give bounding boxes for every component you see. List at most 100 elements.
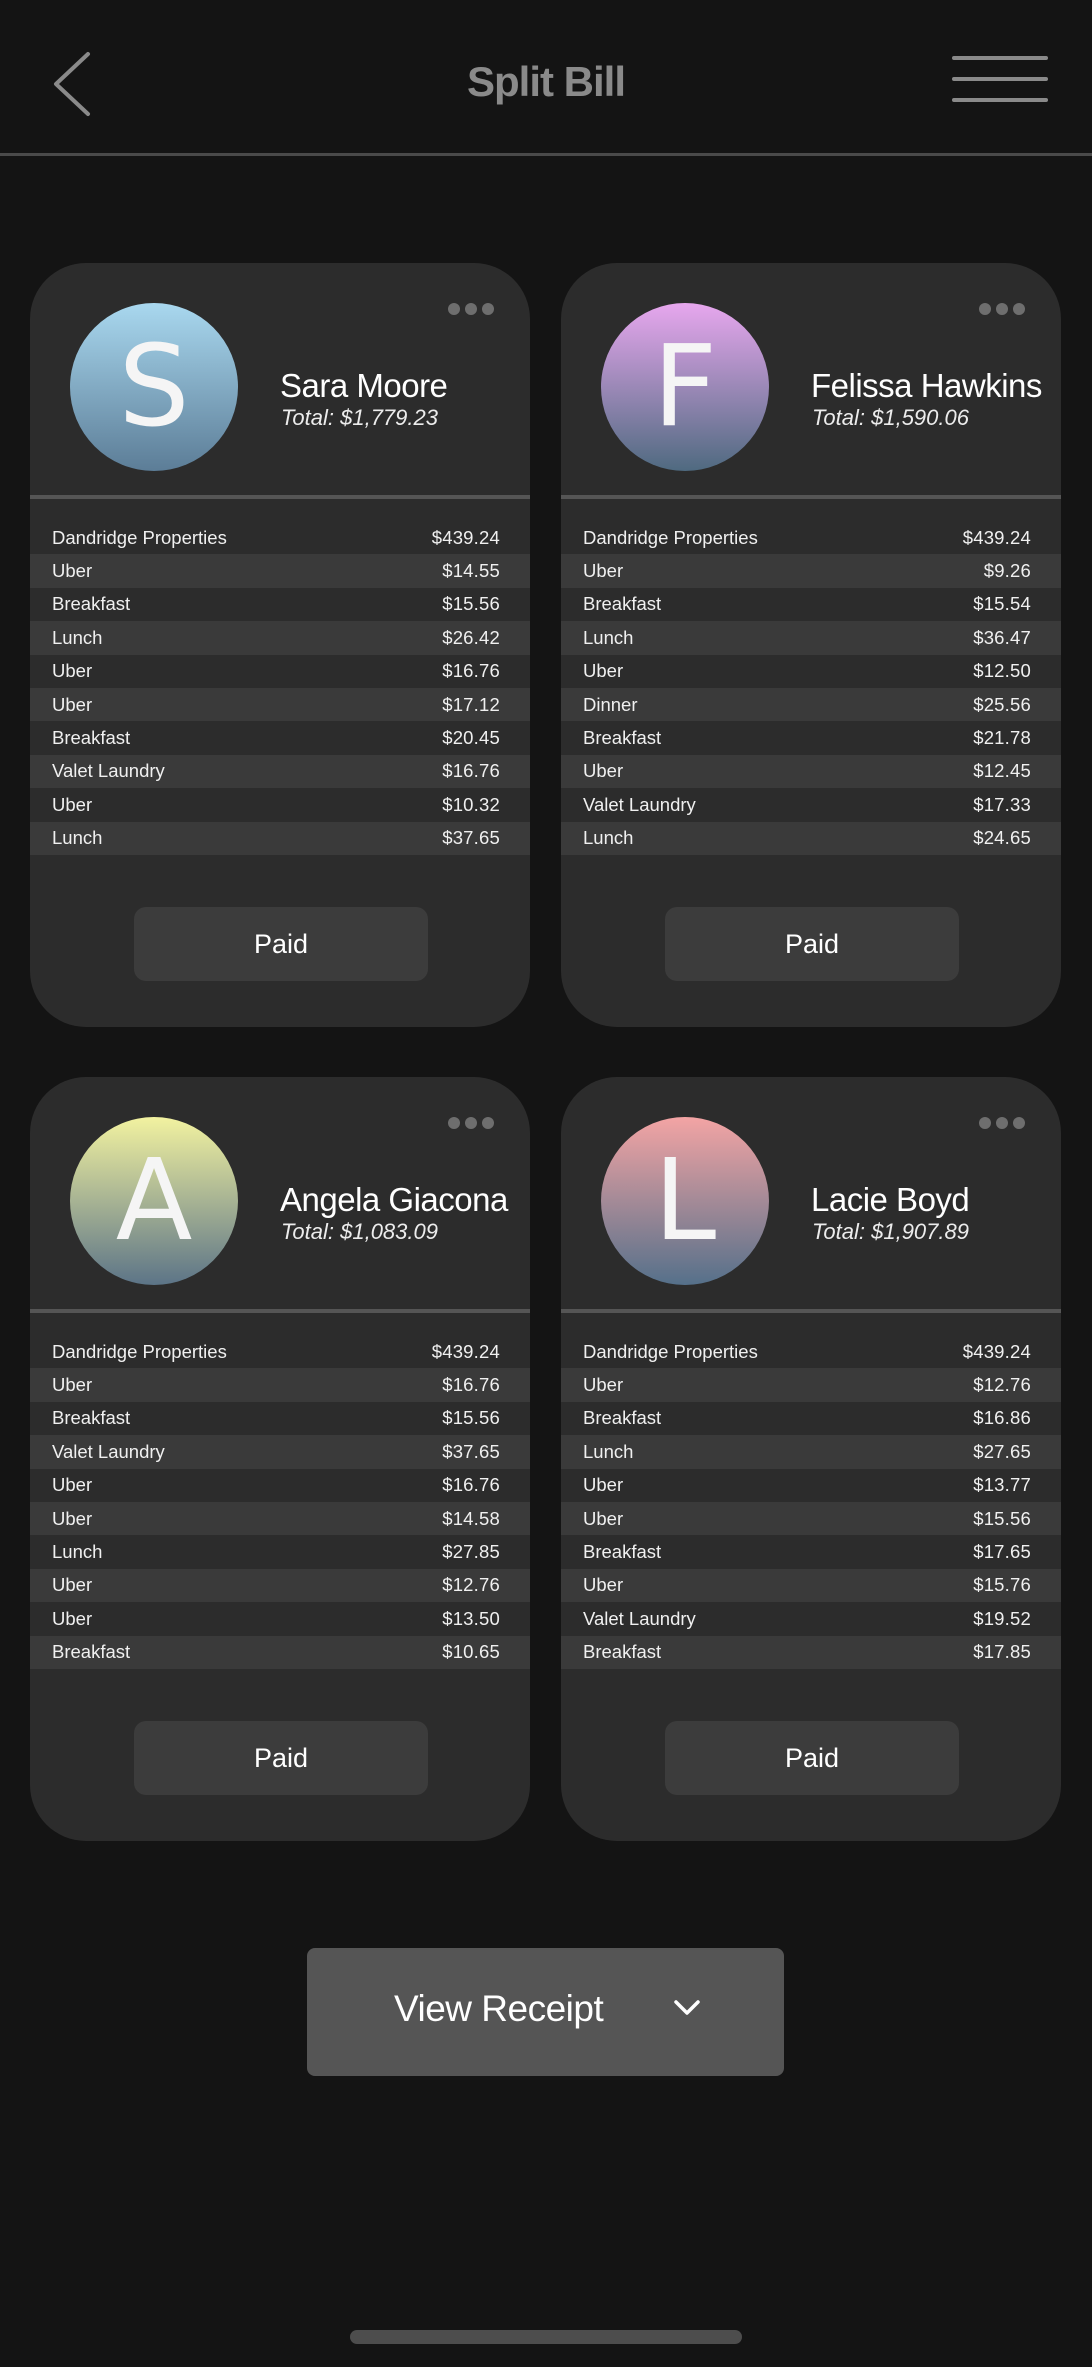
- expense-amount: $16.86: [973, 1407, 1031, 1429]
- expense-label: Dandridge Properties: [52, 1340, 227, 1362]
- expense-amount: $15.56: [973, 1507, 1031, 1529]
- expense-label: Uber: [583, 1574, 624, 1596]
- expense-label: Uber: [583, 1474, 624, 1496]
- expense-row: Breakfast $15.56: [30, 1402, 530, 1435]
- expense-row: Valet Laundry $16.76: [30, 754, 530, 789]
- expense-amount: $27.85: [442, 1541, 500, 1563]
- expense-amount: $10.65: [442, 1641, 500, 1663]
- chevron-down-icon: [674, 2000, 700, 2015]
- more-options-icon[interactable]: [448, 1117, 494, 1129]
- expense-amount: $12.45: [973, 760, 1031, 782]
- expense-row: Breakfast $15.56: [30, 588, 530, 621]
- expense-amount: $24.65: [973, 827, 1031, 849]
- expense-label: Uber: [583, 560, 624, 582]
- expense-row: Uber $13.50: [30, 1602, 530, 1635]
- expense-label: Uber: [52, 1474, 93, 1496]
- expense-amount: $10.32: [442, 793, 500, 815]
- expense-amount: $37.65: [442, 1440, 500, 1462]
- expense-amount: $439.24: [962, 1340, 1031, 1362]
- expense-label: Uber: [583, 660, 624, 682]
- expense-label: Valet Laundry: [583, 793, 696, 815]
- person-card: A Angela Giacona Total: $1,083.09 Dandridge…: [30, 1077, 530, 1841]
- expense-amount: $439.24: [962, 526, 1031, 548]
- expense-amount: $16.76: [442, 1374, 500, 1396]
- expense-label: Breakfast: [583, 727, 662, 749]
- expense-label: Lunch: [52, 1541, 103, 1563]
- expense-row: Valet Laundry $37.65: [30, 1435, 530, 1469]
- expense-list: Dandridge Properties $439.24 Uber $12.76 Bre…: [561, 1335, 1061, 1669]
- expense-amount: $13.50: [442, 1607, 500, 1629]
- paid-button[interactable]: Paid: [134, 907, 428, 981]
- expense-label: Uber: [52, 1574, 93, 1596]
- expense-amount: $15.56: [442, 593, 500, 615]
- expense-amount: $20.45: [442, 727, 500, 749]
- expense-row: Breakfast $16.86: [561, 1402, 1061, 1435]
- expense-label: Dandridge Properties: [583, 526, 758, 548]
- person-total: Total: $1,779.23: [281, 405, 438, 430]
- expense-row: Uber $12.76: [30, 1568, 530, 1603]
- expense-label: Uber: [52, 793, 93, 815]
- expense-amount: $439.24: [431, 526, 500, 548]
- expense-amount: $439.24: [431, 1340, 500, 1362]
- menu-button[interactable]: [952, 56, 1048, 102]
- paid-button[interactable]: Paid: [665, 907, 959, 981]
- expense-row: Breakfast $17.65: [561, 1535, 1061, 1568]
- expense-amount: $15.54: [973, 593, 1031, 615]
- expense-row: Uber $13.77: [561, 1469, 1061, 1502]
- more-options-icon[interactable]: [979, 1117, 1025, 1129]
- expense-row: Uber $16.76: [30, 655, 530, 688]
- expense-amount: $17.65: [973, 1541, 1031, 1563]
- expense-row: Dandridge Properties $439.24: [561, 1335, 1061, 1368]
- expense-row: Valet Laundry $19.52: [561, 1602, 1061, 1635]
- expense-row: Uber $12.45: [561, 754, 1061, 789]
- expense-label: Lunch: [52, 626, 103, 648]
- expense-label: Uber: [52, 1507, 93, 1529]
- expense-label: Valet Laundry: [52, 760, 165, 782]
- expense-row: Uber $12.50: [561, 655, 1061, 688]
- home-indicator[interactable]: [350, 2330, 742, 2344]
- expense-label: Dandridge Properties: [52, 526, 227, 548]
- expense-amount: $12.50: [973, 660, 1031, 682]
- expense-amount: $17.85: [973, 1641, 1031, 1663]
- expense-label: Lunch: [583, 626, 634, 648]
- paid-button[interactable]: Paid: [134, 1721, 428, 1795]
- view-receipt-button[interactable]: View Receipt: [307, 1948, 784, 2076]
- expense-amount: $19.52: [973, 1607, 1031, 1629]
- expense-label: Dinner: [583, 693, 638, 715]
- expense-row: Lunch $27.65: [561, 1435, 1061, 1469]
- more-options-icon[interactable]: [448, 303, 494, 315]
- expense-row: Uber $14.58: [30, 1501, 530, 1536]
- expense-label: Breakfast: [52, 727, 131, 749]
- expense-row: Uber $10.32: [30, 788, 530, 821]
- expense-amount: $9.26: [983, 560, 1031, 582]
- paid-button[interactable]: Paid: [665, 1721, 959, 1795]
- person-name: Sara Moore: [280, 367, 448, 404]
- expense-amount: $16.76: [442, 660, 500, 682]
- person-name: Angela Giacona: [280, 1181, 508, 1218]
- expense-amount: $15.76: [973, 1574, 1031, 1596]
- expense-label: Uber: [583, 760, 624, 782]
- expense-amount: $36.47: [973, 626, 1031, 648]
- expense-amount: $14.55: [442, 560, 500, 582]
- expense-label: Dandridge Properties: [583, 1340, 758, 1362]
- more-options-icon[interactable]: [979, 303, 1025, 315]
- expense-list: Dandridge Properties $439.24 Uber $16.76 Bre…: [30, 1335, 530, 1669]
- expense-list: Dandridge Properties $439.24 Uber $9.26 Brea…: [561, 521, 1061, 855]
- expense-row: Breakfast $10.65: [30, 1635, 530, 1669]
- expense-amount: $26.42: [442, 626, 500, 648]
- person-total: Total: $1,590.06: [812, 405, 969, 430]
- divider: [30, 495, 530, 499]
- expense-amount: $21.78: [973, 727, 1031, 749]
- avatar: A: [70, 1117, 238, 1285]
- expense-row: Dandridge Properties $439.24: [561, 521, 1061, 554]
- person-card: S Sara Moore Total: $1,779.23 Dandridge Pro…: [30, 263, 530, 1027]
- expense-row: Uber $16.76: [30, 1368, 530, 1402]
- expense-row: Uber $17.12: [30, 687, 530, 722]
- expense-label: Valet Laundry: [52, 1440, 165, 1462]
- page-title: Split Bill: [467, 58, 626, 105]
- expense-amount: $12.76: [973, 1374, 1031, 1396]
- expense-amount: $17.33: [973, 793, 1031, 815]
- expense-label: Uber: [52, 1374, 93, 1396]
- expense-amount: $17.12: [442, 693, 500, 715]
- expense-list: Dandridge Properties $439.24 Uber $14.55 Bre…: [30, 521, 530, 855]
